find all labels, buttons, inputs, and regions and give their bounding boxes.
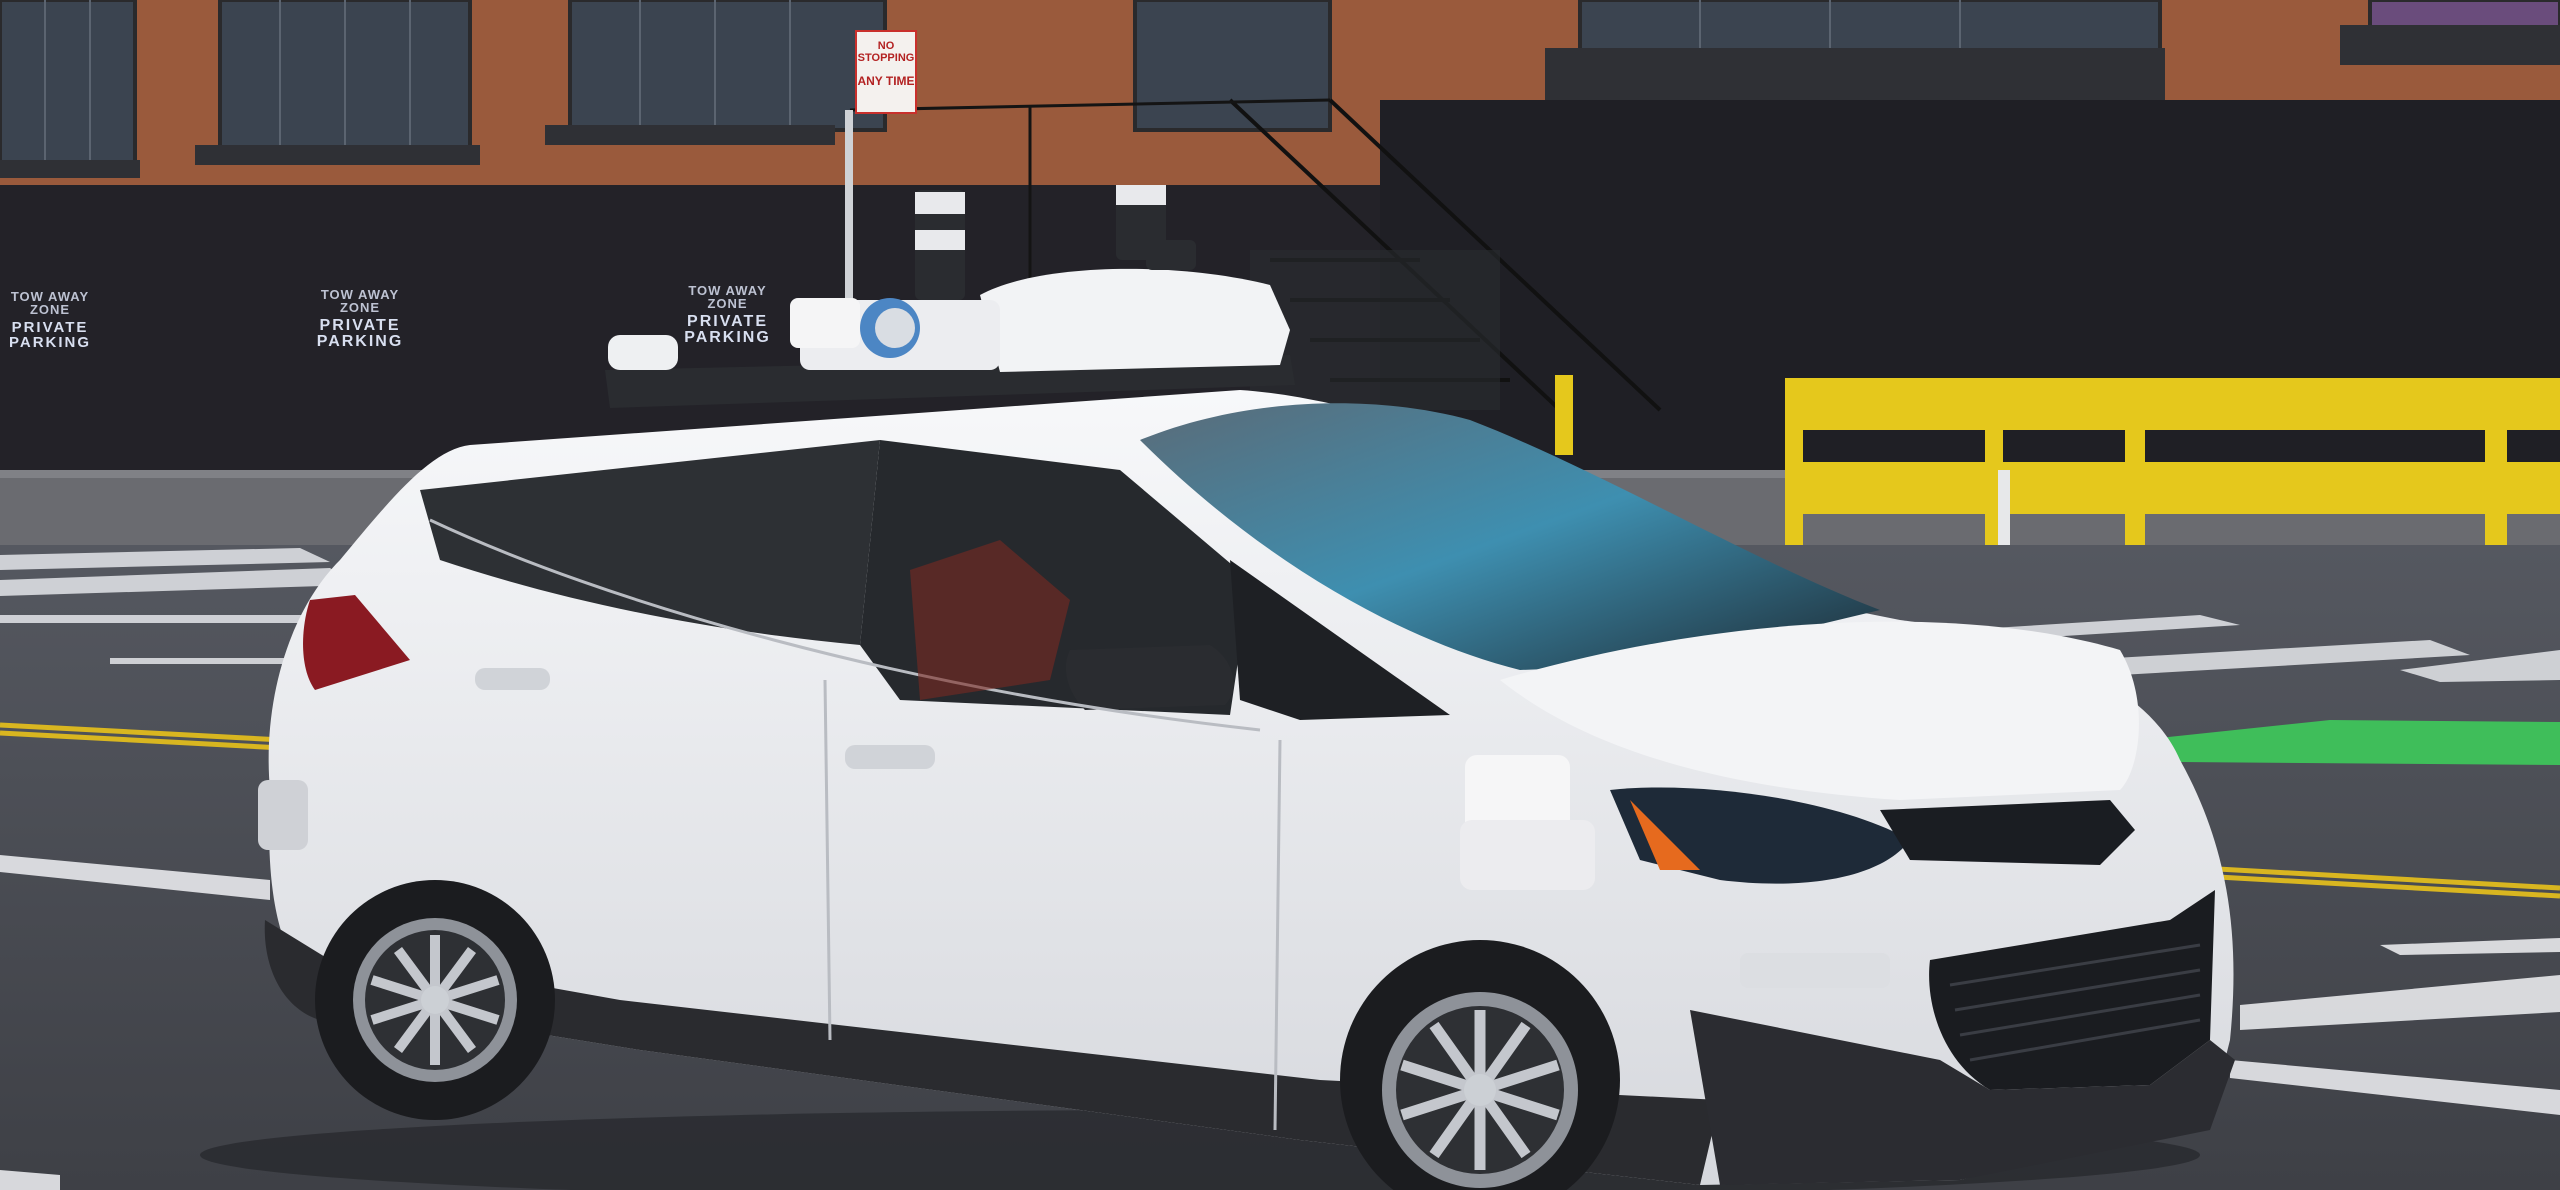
wall-sign-tow-away-2: TOW AWAY ZONE PRIVATE PARKING: [300, 288, 420, 350]
wall-sign-big-text: PRIVATE PARKING: [684, 313, 771, 346]
wall-sign-big-text: PRIVATE PARKING: [8, 319, 92, 351]
side-mirror: [1065, 645, 1234, 710]
wall-sign-tow-away-1: TOW AWAY ZONE PRIVATE PARKING: [0, 290, 100, 350]
wall-sign-small-text: TOW AWAY ZONE: [320, 287, 400, 315]
wall-sign-tow-away-3: TOW AWAY ZONE PRIVATE PARKING: [670, 284, 785, 346]
rear-wheel: [315, 880, 555, 1120]
sensor-pod: [980, 268, 1290, 372]
any-time-text: ANY TIME: [857, 74, 915, 88]
wall-sign-big-text: PRIVATE PARKING: [316, 317, 404, 350]
wall-sign-small-text: TOW AWAY ZONE: [688, 283, 767, 311]
no-stopping-sign: NO STOPPING ANY TIME: [855, 30, 917, 114]
wall-sign-small-text: TOW AWAY ZONE: [10, 289, 90, 317]
no-stopping-text: NO STOPPING: [857, 40, 915, 64]
self-driving-car-photo: [0, 0, 2560, 1190]
photo-scene: TOW AWAY ZONE PRIVATE PARKING TOW AWAY Z…: [0, 0, 2560, 1190]
